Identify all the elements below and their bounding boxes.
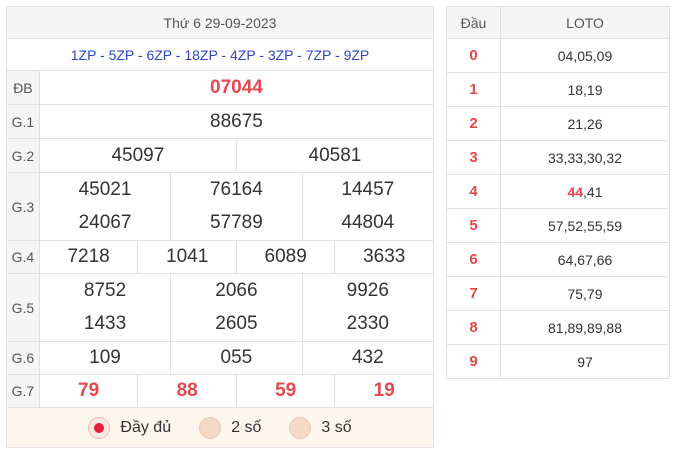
g5-number: 2605 [215,313,258,335]
prize-codes: 1ZP - 5ZP - 6ZP - 18ZP - 4ZP - 3ZP - 7ZP… [6,38,434,71]
radio-selected-icon[interactable] [88,416,111,439]
loto-table: Đầu LOTO 0 04,05,09 1 18,19 2 21,26 3 33,33,… [446,6,670,379]
loto-rest: 97 [577,353,593,370]
option-2-digits[interactable]: 2 số [199,416,262,439]
loto-values: 33,33,30,32 [500,140,670,175]
loto-col-label: LOTO [500,6,670,39]
prize-label-g5: G.5 [6,273,40,342]
loto-rest: 57,52,55,59 [548,217,622,234]
loto-values: 64,67,66 [500,242,670,277]
g4-number: 3633 [334,240,434,274]
loto-dau: 4 [446,174,501,209]
g4-number: 6089 [235,240,336,274]
g5-number: 8752 [83,279,127,301]
prize-label-g7: G.7 [6,374,40,408]
g1-number: 88675 [38,104,435,139]
loto-rest: 75,79 [567,285,603,302]
g3-number: 14457 [341,178,395,200]
loto-values: 81,89,89,88 [500,310,670,345]
loto-head-label: Đầu [446,6,501,39]
loto-rest: 04,05,09 [557,47,613,64]
loto-rest: 21,26 [567,115,603,132]
result-table: Thứ 6 29-09-2023 1ZP - 5ZP - 6ZP - 18ZP … [6,6,435,448]
prize-label-g1: G.1 [6,104,40,139]
g7-number: 88 [137,374,237,408]
g6-number: 432 [301,341,435,375]
g5-number: 2330 [346,313,389,335]
prize-label-g2: G.2 [6,138,40,173]
loto-dau: 7 [446,276,501,311]
option-3-digits-label: 3 số [321,418,352,436]
loto-dau: 2 [446,106,501,141]
loto-values: 21,26 [500,106,670,141]
loto-values: 75,79 [500,276,670,311]
prize-label-db: ĐB [6,70,40,105]
loto-dau: 3 [446,140,501,175]
prize-label-g4: G.4 [6,240,40,274]
loto-dau: 1 [446,72,501,107]
display-options: Đầy đủ 2 số 3 số [6,407,434,448]
loto-values: 18,19 [500,72,670,107]
loto-dau: 8 [446,310,501,345]
loto-values: 97 [500,344,670,379]
prize-label-g3: G.3 [6,172,40,241]
loto-rest: 64,67,66 [557,251,613,268]
g4-number: 1041 [137,240,237,274]
g4-number: 7218 [38,240,139,274]
loto-rest: 33,33,30,32 [548,149,622,166]
loto-rest: 18,19 [567,81,603,98]
loto-rest: 81,89,89,88 [548,319,622,336]
g7-number: 19 [334,374,434,408]
g6-number: 109 [38,341,172,375]
loto-values: 57,52,55,59 [500,208,670,243]
g3-number: 76164 [209,178,263,200]
option-3-digits[interactable]: 3 số [289,416,352,439]
prize-label-g6: G.6 [6,341,40,375]
g6-number: 055 [170,341,303,375]
g2-number: 40581 [235,138,435,173]
special-prize-number: 07044 [38,70,435,105]
loto-hot: 44 [567,183,584,200]
radio-icon[interactable] [289,416,312,439]
g5-number: 1433 [83,313,127,335]
option-2-digits-label: 2 số [231,418,262,436]
loto-dau: 9 [446,344,501,379]
radio-icon[interactable] [199,416,222,439]
loto-dau: 0 [446,38,501,73]
g2-number: 45097 [38,138,237,173]
g3-number: 44804 [341,212,395,234]
option-full[interactable]: Đầy đủ [88,416,172,439]
g7-number: 79 [38,374,139,408]
g7-number: 59 [235,374,336,408]
g5-number: 2066 [215,279,258,301]
g5-number: 9926 [346,279,389,301]
g3-number: 57789 [209,212,263,234]
draw-date: Thứ 6 29-09-2023 [6,6,434,39]
loto-rest: ,41 [583,183,603,200]
loto-dau: 5 [446,208,501,243]
g3-number: 45021 [78,178,132,200]
loto-values: 44,41 [500,174,670,209]
loto-values: 04,05,09 [500,38,670,73]
g3-number: 24067 [78,212,132,234]
loto-dau: 6 [446,242,501,277]
option-full-label: Đầy đủ [120,418,172,436]
